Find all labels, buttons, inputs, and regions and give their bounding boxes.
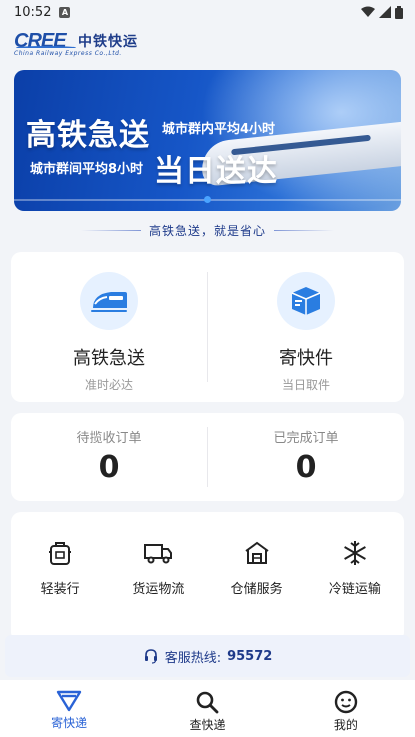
customer-hotline[interactable]: 客服热线: 95572 bbox=[5, 635, 410, 677]
tool-label: 轻装行 bbox=[40, 582, 80, 597]
slogan-text: 高铁急送，就是省心 bbox=[148, 224, 266, 238]
package-icon bbox=[277, 272, 335, 330]
services-card: 高铁急送 准时必达 寄快件 当日取件 bbox=[11, 252, 404, 402]
warehouse-icon bbox=[242, 538, 272, 568]
slogan: 高铁急送，就是省心 bbox=[0, 222, 415, 239]
truck-icon bbox=[143, 538, 173, 568]
logo-name-cn: 中铁快运 bbox=[78, 34, 138, 50]
order-label: 待揽收订单 bbox=[76, 431, 142, 446]
orders-card: 待揽收订单 0 已完成订单 0 bbox=[11, 413, 404, 501]
tool-label: 仓储服务 bbox=[230, 582, 283, 597]
tool-label: 货运物流 bbox=[132, 582, 185, 597]
banner-subtitle-top: 城市群内平均4小时 bbox=[162, 122, 276, 137]
service-subtitle: 当日取件 bbox=[281, 378, 330, 392]
status-time: 10:52 bbox=[14, 4, 52, 20]
app-logo: CREE 中铁快运 China Railway Express Co.,Ltd. bbox=[0, 24, 415, 64]
hotline-label: 客服热线: bbox=[164, 650, 222, 666]
completed-orders[interactable]: 已完成订单 0 bbox=[208, 413, 404, 501]
order-count: 0 bbox=[98, 450, 120, 485]
battery-icon bbox=[395, 5, 403, 19]
tools-card: 轻装行 货运物流 仓储服务 冷链运输 bbox=[11, 512, 404, 642]
status-bar: 10:52 A bbox=[0, 0, 415, 24]
slogan-line-left bbox=[80, 230, 141, 231]
send-icon bbox=[56, 690, 82, 712]
tool-light-travel[interactable]: 轻装行 bbox=[11, 538, 109, 642]
slogan-line-right bbox=[274, 230, 334, 231]
train-icon bbox=[80, 272, 138, 330]
pending-orders[interactable]: 待揽收订单 0 bbox=[11, 413, 207, 501]
profile-icon bbox=[334, 690, 358, 714]
tool-warehouse-service[interactable]: 仓储服务 bbox=[208, 538, 306, 642]
banner-title-right: 当日送达 bbox=[154, 154, 278, 189]
banner-title-left: 高铁急送 bbox=[26, 118, 150, 153]
hotline-number: 95572 bbox=[227, 648, 273, 664]
promo-banner[interactable]: 高铁急送 城市群内平均4小时 城市群间平均8小时 当日送达 bbox=[14, 70, 401, 211]
tab-label: 我的 bbox=[333, 718, 358, 732]
service-title: 高铁急送 bbox=[73, 348, 145, 369]
banner-page-indicator[interactable] bbox=[204, 196, 211, 203]
tab-send-express[interactable]: 寄快递 bbox=[0, 680, 138, 737]
bottom-tab-bar: 寄快递 查快递 我的 bbox=[0, 680, 415, 737]
backpack-icon bbox=[45, 538, 75, 568]
logo-name-en: China Railway Express Co.,Ltd. bbox=[14, 50, 122, 57]
tool-label: 冷链运输 bbox=[328, 582, 381, 597]
order-label: 已完成订单 bbox=[273, 431, 339, 446]
signal-icon bbox=[379, 6, 391, 18]
tab-track-express[interactable]: 查快递 bbox=[138, 680, 276, 737]
tab-profile[interactable]: 我的 bbox=[277, 680, 415, 737]
search-icon bbox=[197, 691, 219, 714]
snowflake-icon bbox=[340, 538, 370, 568]
service-send-package[interactable]: 寄快件 当日取件 bbox=[208, 252, 404, 402]
logo-swoosh bbox=[16, 46, 76, 49]
service-express-rail[interactable]: 高铁急送 准时必达 bbox=[11, 252, 207, 402]
tool-cold-chain[interactable]: 冷链运输 bbox=[306, 538, 404, 642]
order-count: 0 bbox=[295, 450, 317, 485]
wifi-icon bbox=[361, 6, 375, 17]
service-title: 寄快件 bbox=[279, 348, 333, 369]
tab-label: 寄快递 bbox=[51, 716, 88, 730]
tool-freight-logistics[interactable]: 货运物流 bbox=[109, 538, 207, 642]
notification-icon: A bbox=[59, 6, 71, 18]
tab-label: 查快递 bbox=[189, 718, 226, 732]
service-subtitle: 准时必达 bbox=[84, 378, 133, 392]
banner-subtitle-bottom: 城市群间平均8小时 bbox=[30, 162, 144, 177]
headset-icon bbox=[144, 649, 157, 664]
